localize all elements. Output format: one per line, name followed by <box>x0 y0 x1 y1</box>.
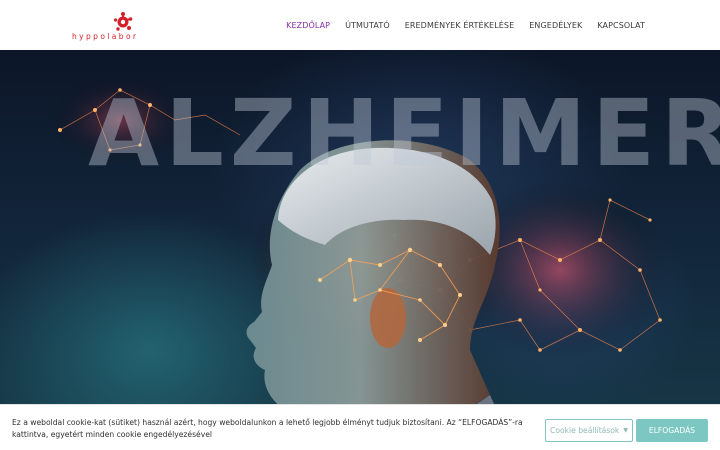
nav-item-kezdolap[interactable]: KEZDŐLAP <box>286 21 330 30</box>
nav-item-engedelyek[interactable]: ENGEDÉLYEK <box>529 21 582 30</box>
cookie-accept-button[interactable]: ELFOGADÁS <box>636 419 708 442</box>
cookie-settings-button[interactable]: Cookie beállítások ▼ <box>545 419 633 442</box>
nav-item-eredmenyek[interactable]: EREDMÉNYEK ÉRTÉKELÉSE <box>405 21 515 30</box>
cookie-message: Ez a weboldal cookie-kat (sütiket) haszn… <box>12 418 523 439</box>
cookie-settings-label: Cookie beállítások <box>550 426 620 435</box>
hero-title: ALZHEIMER <box>88 80 720 187</box>
splash-logo-icon <box>113 12 133 31</box>
site-header: hyppolabor KEZDŐLAP ÚTMUTATÓ EREDMÉNYEK … <box>0 0 720 50</box>
cookie-banner: Ez a weboldal cookie-kat (sütiket) haszn… <box>0 404 720 450</box>
caret-down-icon: ▼ <box>623 427 628 434</box>
main-nav: KEZDŐLAP ÚTMUTATÓ EREDMÉNYEK ÉRTÉKELÉSE … <box>271 0 645 50</box>
nav-item-kapcsolat[interactable]: KAPCSOLAT <box>597 21 645 30</box>
hero-banner: ALZHEIMER <box>0 50 720 450</box>
logo-text: hyppolabor <box>72 32 139 41</box>
nav-item-utmutato[interactable]: ÚTMUTATÓ <box>345 21 390 30</box>
cookie-accept-label: ELFOGADÁS <box>648 426 696 435</box>
site-logo[interactable]: hyppolabor <box>72 11 142 41</box>
